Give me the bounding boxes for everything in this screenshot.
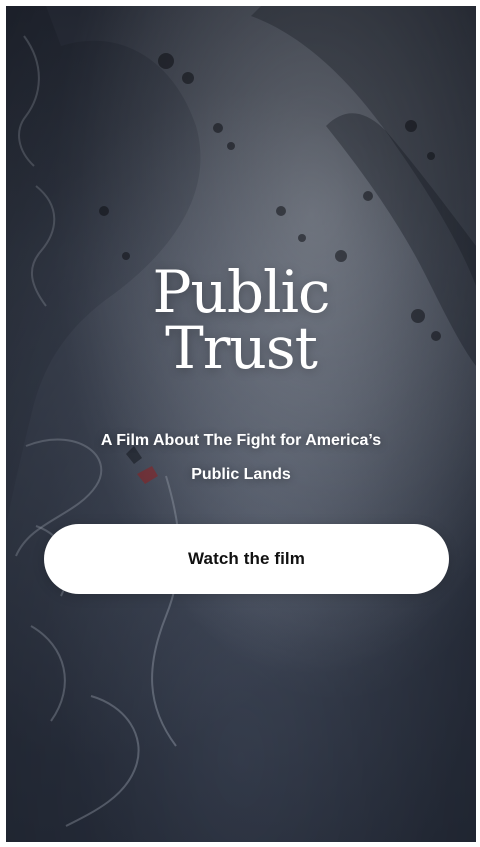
watch-film-button-label: Watch the film (188, 549, 305, 568)
hero-content: Public Trust A Film About The Fight for … (6, 6, 476, 842)
watch-film-button[interactable]: Watch the film (44, 524, 449, 594)
film-subtitle-line-1: A Film About The Fight for America’s (100, 432, 382, 449)
film-subtitle-line-2: Public Lands (191, 466, 291, 483)
film-title-line-1: Public (152, 258, 330, 326)
hero-background-image: Public Trust A Film About The Fight for … (6, 6, 476, 842)
film-title-line-2: Trust (165, 314, 318, 382)
film-title: Public Trust (6, 258, 476, 382)
app-screen: Public Trust A Film About The Fight for … (0, 0, 480, 847)
film-subtitle: A Film About The Fight for America’s Pub… (46, 424, 436, 492)
